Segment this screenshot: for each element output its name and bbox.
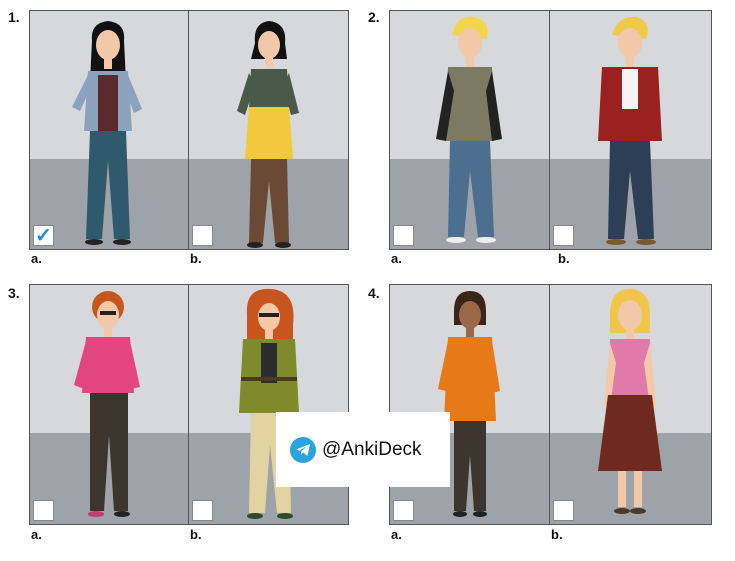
question-number-2: 2.: [368, 9, 380, 25]
picture-3b: [188, 284, 349, 525]
checkbox-1b[interactable]: [192, 225, 213, 246]
picture-2a: [389, 10, 550, 250]
checkbox-3b[interactable]: [192, 500, 213, 521]
check-mark-icon: ✓: [35, 224, 52, 247]
checkbox-1a[interactable]: ✓: [33, 225, 54, 246]
picture-3a: [29, 284, 189, 525]
checkbox-4b[interactable]: [553, 500, 574, 521]
woman-illustration: [237, 21, 299, 248]
option-label-4b: b.: [551, 527, 563, 542]
woman-illustration: [72, 21, 142, 245]
picture-4b: [549, 284, 712, 525]
option-label-3a: a.: [31, 527, 42, 542]
watermark-badge: @AnkiDeck: [276, 412, 450, 487]
option-label-1a: a.: [31, 251, 42, 266]
option-label-4a: a.: [391, 527, 402, 542]
option-label-1b: b.: [190, 251, 202, 266]
woman-illustration: [438, 291, 500, 517]
option-label-2b: b.: [558, 251, 570, 266]
question-number-1: 1.: [8, 9, 20, 25]
woman-illustration: [74, 291, 140, 517]
question-number-4: 4.: [368, 285, 380, 301]
picture-1a: ✓: [29, 10, 189, 250]
checkbox-4a[interactable]: [393, 500, 414, 521]
picture-1b: [188, 10, 349, 250]
option-label-2a: a.: [391, 251, 402, 266]
telegram-icon: [290, 436, 316, 463]
woman-illustration: [598, 289, 662, 514]
picture-2b: [549, 10, 712, 250]
checkbox-2b[interactable]: [553, 225, 574, 246]
woman-illustration: [239, 288, 299, 519]
picture-4a: [389, 284, 550, 525]
man-illustration: [598, 16, 662, 245]
checkbox-3a[interactable]: [33, 500, 54, 521]
option-label-3b: b.: [190, 527, 202, 542]
question-number-3: 3.: [8, 285, 20, 301]
watermark-text: @AnkiDeck: [322, 438, 422, 460]
checkbox-2a[interactable]: [393, 225, 414, 246]
man-illustration: [436, 16, 502, 243]
